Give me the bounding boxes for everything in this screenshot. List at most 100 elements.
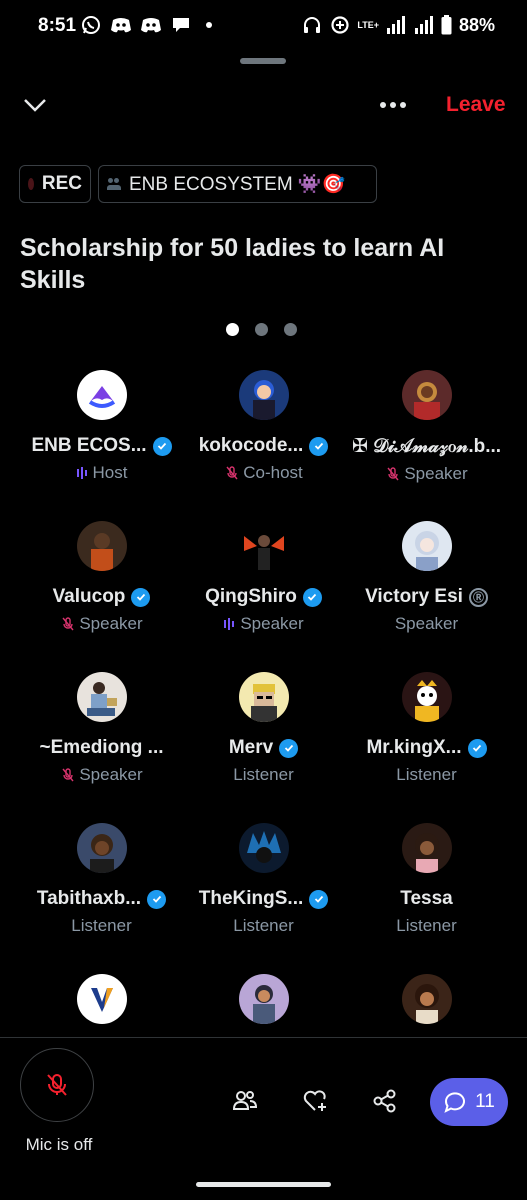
avatar[interactable] bbox=[76, 370, 127, 420]
community-tag[interactable]: ENB ECOSYSTEM 👾🎯 bbox=[98, 165, 377, 203]
page-dot[interactable] bbox=[226, 323, 239, 336]
minimize-button[interactable] bbox=[22, 92, 48, 118]
more-options-button[interactable] bbox=[380, 94, 410, 116]
verified-badge-icon bbox=[279, 738, 299, 758]
participant-tile[interactable] bbox=[14, 974, 189, 1024]
avatar[interactable] bbox=[238, 370, 289, 420]
avatar[interactable] bbox=[401, 974, 452, 1024]
page-dot[interactable] bbox=[255, 323, 268, 336]
data-saver-icon bbox=[329, 14, 351, 36]
participant-name-row: Tabithaxb... bbox=[14, 888, 189, 910]
participant-tile[interactable]: Victory Esi Ⓡ Speaker bbox=[339, 521, 514, 634]
participant-name-row: Victory Esi Ⓡ bbox=[339, 586, 514, 608]
chevron-down-icon bbox=[24, 99, 46, 112]
home-indicator[interactable] bbox=[196, 1182, 331, 1187]
whatsapp-icon bbox=[80, 14, 102, 36]
participant-tile[interactable]: kokocode... Co-host bbox=[176, 370, 351, 483]
participant-name-row: Mr.kingX... bbox=[339, 737, 514, 759]
avatar[interactable] bbox=[401, 823, 452, 873]
participant-name-row: Valucop bbox=[14, 586, 189, 608]
participant-role: Listener bbox=[396, 916, 457, 935]
discord-icon bbox=[140, 14, 162, 36]
participant-name-row: QingShiro bbox=[176, 586, 351, 608]
avatar[interactable] bbox=[238, 672, 289, 722]
speaking-bars-icon bbox=[223, 617, 237, 631]
participant-name-row: Merv bbox=[176, 737, 351, 759]
page-indicator[interactable] bbox=[226, 323, 297, 336]
battery-icon bbox=[441, 14, 453, 36]
participant-tile[interactable]: Mr.kingX... Listener bbox=[339, 672, 514, 785]
verified-badge-icon bbox=[309, 889, 329, 909]
participant-role-row: Listener bbox=[176, 916, 351, 936]
avatar[interactable] bbox=[238, 521, 289, 571]
avatar[interactable] bbox=[76, 823, 127, 873]
participant-name: Valucop bbox=[52, 586, 126, 607]
network-type: LTE+ bbox=[357, 19, 379, 30]
participant-name: Tabithaxb... bbox=[36, 888, 142, 909]
participant-name: Tessa bbox=[400, 888, 453, 909]
notification-dot-icon bbox=[206, 22, 212, 28]
participant-role-row: Co-host bbox=[176, 463, 351, 483]
participant-tile[interactable]: Tabithaxb... Listener bbox=[14, 823, 189, 936]
record-dot-icon bbox=[28, 178, 34, 190]
participant-name: Merv bbox=[228, 737, 274, 758]
registered-badge-icon: Ⓡ bbox=[468, 587, 488, 607]
verified-badge-icon bbox=[302, 587, 322, 607]
participant-tile[interactable]: Merv Listener bbox=[176, 672, 351, 785]
avatar[interactable] bbox=[238, 823, 289, 873]
avatar[interactable] bbox=[76, 974, 127, 1024]
comment-count: 11 bbox=[475, 1091, 495, 1112]
speaking-bars-icon bbox=[76, 466, 90, 480]
participant-role: Speaker bbox=[394, 614, 459, 633]
participant-tile[interactable]: QingShiro Speaker bbox=[176, 521, 351, 634]
participant-name: Victory Esi bbox=[365, 586, 463, 607]
participant-role: Speaker bbox=[79, 614, 143, 633]
drag-handle[interactable] bbox=[240, 58, 286, 64]
avatar[interactable] bbox=[401, 370, 452, 420]
participant-tile[interactable]: ✠ 𝒟𝒾𝒜𝓂𝒶𝓏ℴ𝓃.b... Speaker bbox=[339, 370, 514, 484]
participant-role: Speaker bbox=[79, 765, 143, 784]
participant-tile[interactable]: ~Emediong ... Speaker bbox=[14, 672, 189, 785]
react-button[interactable] bbox=[300, 1086, 330, 1116]
divider bbox=[0, 1037, 527, 1038]
participant-role: Speaker bbox=[404, 464, 468, 483]
leave-button[interactable]: Leave bbox=[446, 93, 506, 117]
participant-role-row: Host bbox=[14, 463, 189, 483]
participant-name: ENB ECOS... bbox=[31, 435, 147, 456]
participant-tile[interactable] bbox=[339, 974, 514, 1024]
verified-badge-icon bbox=[309, 436, 329, 456]
mic-muted-icon bbox=[60, 767, 76, 783]
share-button[interactable] bbox=[370, 1086, 400, 1116]
mic-muted-icon bbox=[224, 465, 240, 481]
mic-muted-icon bbox=[60, 616, 76, 632]
participant-tile[interactable]: ENB ECOS... Host bbox=[14, 370, 189, 483]
avatar[interactable] bbox=[401, 672, 452, 722]
participant-role: Co-host bbox=[243, 463, 303, 482]
avatar[interactable] bbox=[401, 521, 452, 571]
page-dot[interactable] bbox=[284, 323, 297, 336]
mic-toggle-button[interactable] bbox=[20, 1048, 94, 1122]
avatar[interactable] bbox=[238, 974, 289, 1024]
people-icon bbox=[232, 1091, 258, 1110]
participant-role: Host bbox=[92, 463, 128, 482]
participant-name: Mr.kingX... bbox=[366, 737, 462, 758]
participant-role-row: Speaker bbox=[176, 614, 351, 634]
recording-badge: REC bbox=[19, 165, 91, 203]
verified-badge-icon bbox=[131, 587, 151, 607]
participant-tile[interactable] bbox=[176, 974, 351, 1024]
participants-button[interactable] bbox=[230, 1086, 260, 1116]
avatar[interactable] bbox=[76, 672, 127, 722]
avatar[interactable] bbox=[76, 521, 127, 571]
headphones-icon bbox=[301, 14, 323, 36]
participant-tile[interactable]: Tessa Listener bbox=[339, 823, 514, 936]
participant-role-row: Listener bbox=[176, 765, 351, 785]
participant-tile[interactable]: Valucop Speaker bbox=[14, 521, 189, 634]
status-bar: 8:51 LTE+ 88% bbox=[0, 0, 527, 52]
participant-role-row: Speaker bbox=[339, 464, 514, 484]
participant-role-row: Speaker bbox=[14, 765, 189, 785]
battery-percent: 88% bbox=[458, 14, 495, 35]
comments-button[interactable]: 11 bbox=[430, 1078, 508, 1126]
chat-bubble-icon bbox=[170, 14, 192, 36]
verified-badge-icon bbox=[152, 436, 172, 456]
participant-tile[interactable]: TheKingS... Listener bbox=[176, 823, 351, 936]
